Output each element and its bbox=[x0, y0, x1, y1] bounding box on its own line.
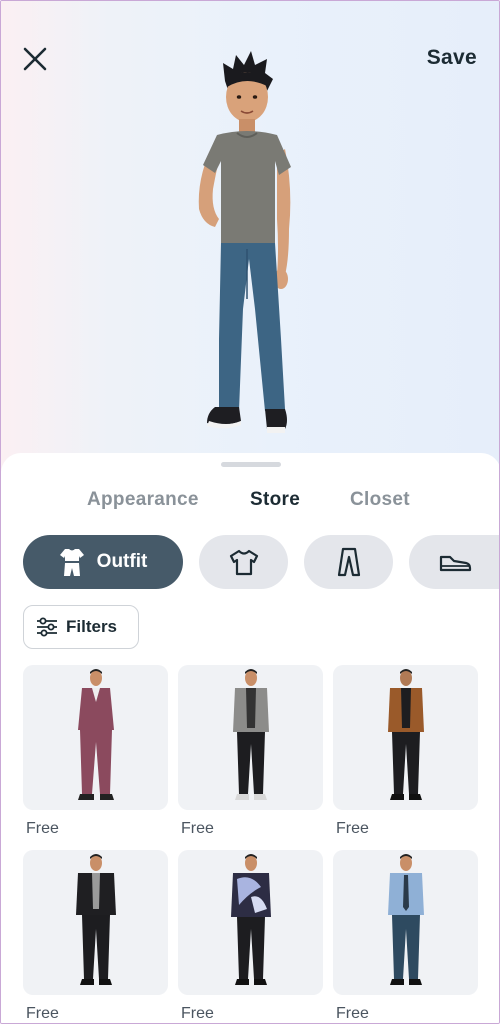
chip-bottoms[interactable] bbox=[304, 535, 393, 589]
outfit-card-blue-shirt-tie[interactable]: Free bbox=[333, 850, 478, 1023]
outfit-card-black-jacket[interactable]: Free bbox=[23, 850, 168, 1023]
chip-outfit[interactable]: Outfit bbox=[23, 535, 183, 589]
outfit-thumbnail bbox=[333, 850, 478, 995]
avatar-editor-screen: Save Appearance Store Closet Outfit Filt… bbox=[0, 0, 500, 1024]
outfit-price: Free bbox=[26, 1005, 59, 1022]
chip-shoes[interactable] bbox=[409, 535, 499, 589]
outfit-price: Free bbox=[26, 820, 59, 837]
close-button[interactable] bbox=[19, 43, 51, 75]
shoe-icon bbox=[439, 555, 472, 572]
tab-appearance[interactable]: Appearance bbox=[87, 489, 199, 511]
outfit-thumbnail bbox=[23, 665, 168, 810]
drag-handle[interactable] bbox=[221, 462, 281, 467]
outfit-card-maroon-suit[interactable]: Free bbox=[23, 665, 168, 838]
outfit-store-sheet: Appearance Store Closet Outfit Filters F… bbox=[1, 453, 499, 1023]
filters-label: Filters bbox=[66, 617, 118, 636]
outfit-thumbnail bbox=[178, 850, 323, 995]
close-icon bbox=[23, 47, 47, 71]
outfit-thumbnail bbox=[178, 665, 323, 810]
outfit-price: Free bbox=[181, 1005, 214, 1022]
avatar-figure[interactable] bbox=[181, 49, 311, 439]
pants-icon bbox=[337, 547, 360, 577]
tab-closet[interactable]: Closet bbox=[350, 489, 410, 511]
outfit-card-grey-blazer[interactable]: Free bbox=[178, 665, 323, 838]
sliders-icon bbox=[37, 617, 57, 637]
outfit-price: Free bbox=[336, 1005, 369, 1022]
outfit-icon bbox=[59, 549, 84, 576]
tshirt-icon bbox=[229, 549, 258, 576]
outfit-thumbnail bbox=[333, 665, 478, 810]
outfit-price: Free bbox=[336, 820, 369, 837]
chip-tops[interactable] bbox=[199, 535, 288, 589]
filters-button[interactable]: Filters bbox=[23, 605, 139, 649]
outfit-card-brown-blazer[interactable]: Free bbox=[333, 665, 478, 838]
outfit-card-tie-dye-hoodie[interactable]: Free bbox=[178, 850, 323, 1023]
outfit-thumbnail bbox=[23, 850, 168, 995]
avatar-preview-area: Save bbox=[1, 1, 499, 471]
outfit-price: Free bbox=[181, 820, 214, 837]
tab-store[interactable]: Store bbox=[250, 489, 300, 511]
chip-outfit-label: Outfit bbox=[96, 551, 148, 572]
category-chips: Outfit bbox=[1, 535, 499, 591]
save-button[interactable]: Save bbox=[427, 46, 477, 70]
sheet-tabs: Appearance Store Closet bbox=[1, 489, 499, 517]
